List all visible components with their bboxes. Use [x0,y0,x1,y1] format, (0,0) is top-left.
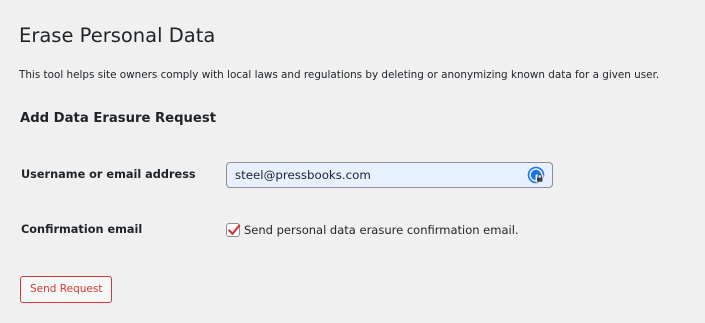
username-email-input[interactable] [226,162,553,188]
confirmation-email-label: Confirmation email [21,223,143,236]
username-label: Username or email address [21,168,196,181]
erase-personal-data-page: Erase Personal Data This tool helps site… [0,0,705,323]
password-manager-icon[interactable] [527,166,545,184]
page-description: This tool helps site owners comply with … [19,69,660,81]
confirmation-checkbox[interactable] [226,223,241,237]
checkmark-icon [228,224,241,235]
confirmation-checkbox-row[interactable]: Send personal data erasure confirmation … [226,221,519,239]
page-title: Erase Personal Data [19,24,216,47]
send-request-button[interactable]: Send Request [20,276,113,303]
confirmation-checkbox-label[interactable]: Send personal data erasure confirmation … [244,222,519,238]
section-title: Add Data Erasure Request [20,111,217,126]
